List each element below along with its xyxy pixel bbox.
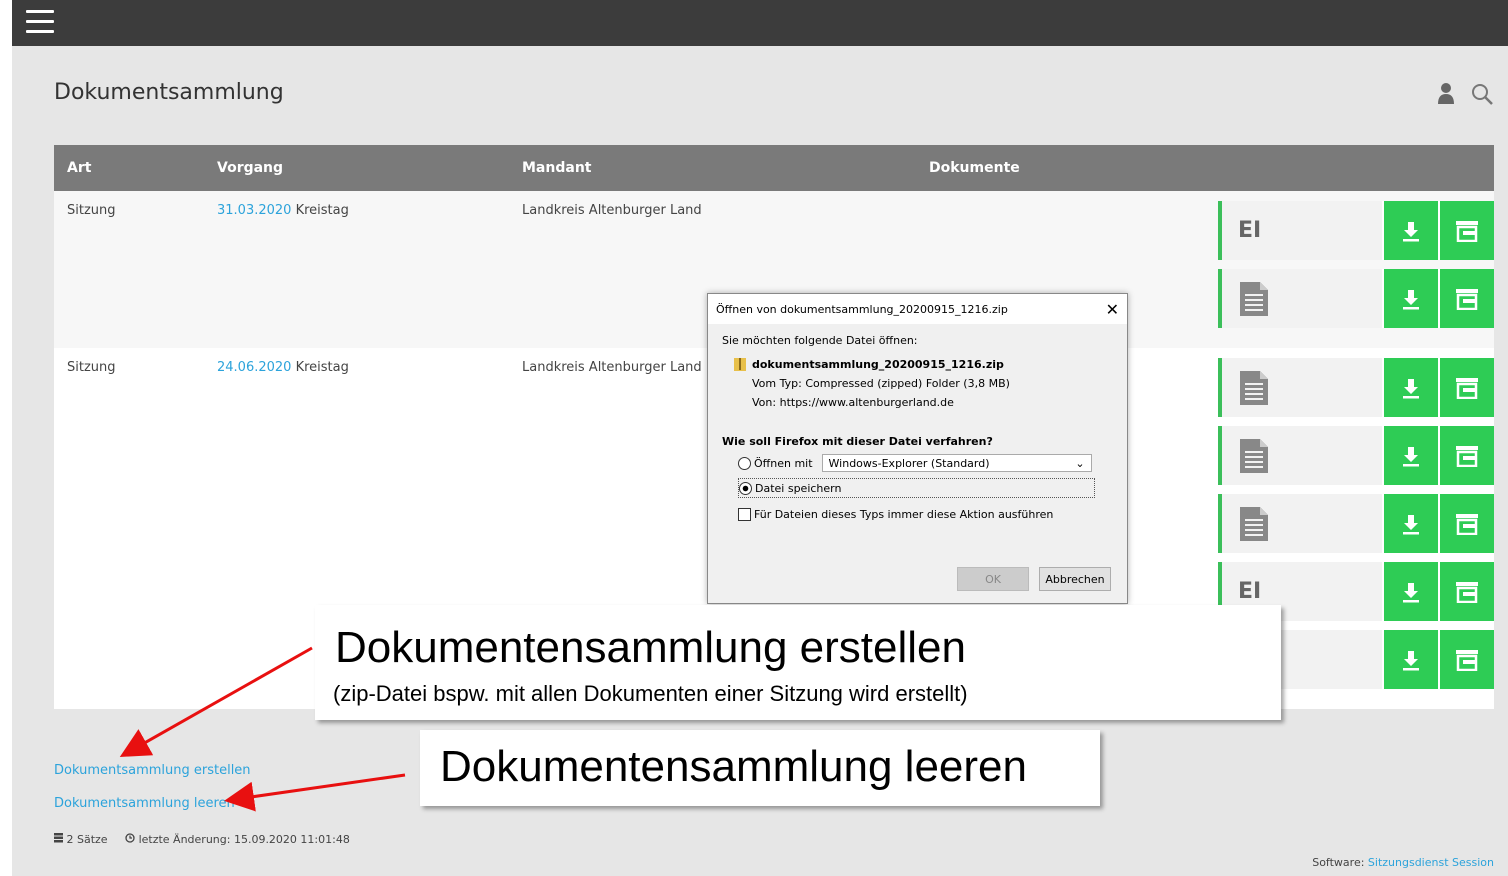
arrow-to-clear-link: [224, 773, 406, 812]
arrow-to-create-link: [119, 646, 313, 757]
annotation-arrows: [119, 646, 406, 812]
